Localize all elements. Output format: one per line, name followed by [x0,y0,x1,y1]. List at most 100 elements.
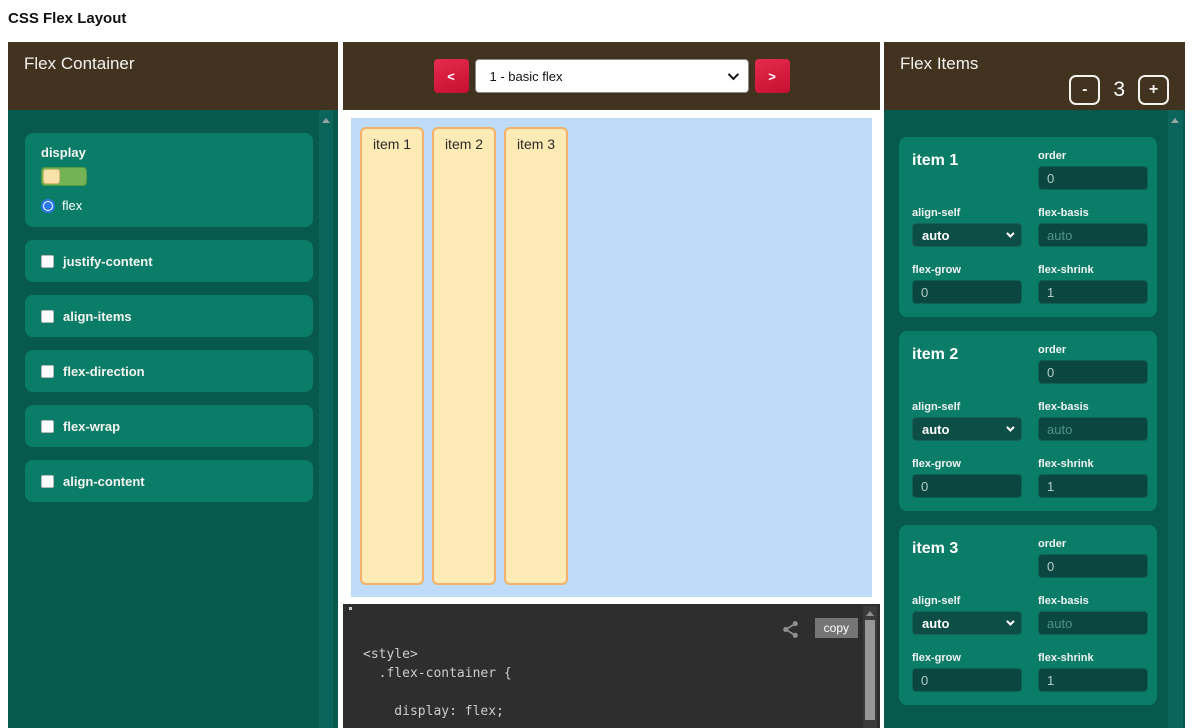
item-count: 3 [1113,78,1125,102]
flex-shrink-label: flex-shrink [1038,458,1148,470]
align-self-label: align-self [912,207,1022,219]
flex-shrink-input[interactable] [1038,474,1148,498]
align-self-value: auto [922,228,1006,243]
radio-flex-label: flex [62,198,82,213]
flex-basis-label: flex-basis [1038,401,1148,413]
property-card-flex-direction[interactable]: flex-direction [25,350,313,392]
flex-basis-field: flex-basis [1038,595,1148,635]
align-self-field: align-self auto [912,207,1022,247]
flex-items-title: Flex Items [900,54,978,74]
share-icon[interactable] [781,620,800,639]
checkbox-icon[interactable] [41,255,54,268]
property-label: flex-wrap [63,419,120,434]
flex-basis-label: flex-basis [1038,207,1148,219]
align-self-label: align-self [912,595,1022,607]
code-content[interactable]: <style> .flex-container { display: flex; [363,645,512,721]
flex-container-body: display flex justify-content align-items [8,110,338,728]
item-card-2: item 2 order align-self auto flex-basis [899,331,1157,511]
flex-basis-field: flex-basis [1038,207,1148,247]
chevron-down-icon [1006,617,1014,625]
flex-items-body: item 1 order align-self auto flex-basis [884,110,1185,728]
property-card-flex-wrap[interactable]: flex-wrap [25,405,313,447]
preset-bar: < 1 - basic flex > [343,42,880,110]
align-self-label: align-self [912,401,1022,413]
copy-button[interactable]: copy [815,618,858,638]
align-self-select[interactable]: auto [912,223,1022,247]
flex-shrink-label: flex-shrink [1038,264,1148,276]
flex-grow-label: flex-grow [912,264,1022,276]
next-preset-button[interactable]: > [755,59,790,93]
demo-item-2[interactable]: item 2 [432,127,496,585]
align-self-value: auto [922,422,1006,437]
code-cursor-dot [349,607,352,610]
display-toggle[interactable] [41,167,87,186]
display-flex-radio-row[interactable]: flex [41,198,297,213]
flex-shrink-input[interactable] [1038,280,1148,304]
radio-checked-icon[interactable] [41,199,55,213]
demo-flex-container: item 1 item 2 item 3 [351,118,872,597]
flex-shrink-field: flex-shrink [1038,264,1148,304]
scroll-up-icon[interactable] [866,611,874,616]
display-label: display [41,145,297,160]
prev-preset-button[interactable]: < [434,59,469,93]
flex-basis-input[interactable] [1038,417,1148,441]
demo-item-3[interactable]: item 3 [504,127,568,585]
flex-container-title: Flex Container [24,54,135,74]
preset-select[interactable]: 1 - basic flex [475,59,749,93]
flex-grow-input[interactable] [912,474,1022,498]
item-card-3: item 3 order align-self auto flex-basis [899,525,1157,705]
flex-shrink-field: flex-shrink [1038,652,1148,692]
flex-basis-input[interactable] [1038,223,1148,247]
property-label: align-content [63,474,145,489]
chevron-down-icon [1006,423,1014,431]
demo-item-1[interactable]: item 1 [360,127,424,585]
align-self-value: auto [922,616,1006,631]
align-self-select[interactable]: auto [912,611,1022,635]
order-label: order [1038,344,1148,356]
property-label: flex-direction [63,364,145,379]
order-field: order [1038,538,1148,578]
item-card-title: item 2 [912,344,1022,384]
flex-grow-field: flex-grow [912,458,1022,498]
checkbox-icon[interactable] [41,475,54,488]
flex-basis-label: flex-basis [1038,595,1148,607]
code-scrollbar[interactable] [863,606,877,728]
flex-container-panel: Flex Container display flex justify-cont… [8,42,338,728]
align-self-field: align-self auto [912,595,1022,635]
property-card-justify-content[interactable]: justify-content [25,240,313,282]
flex-grow-field: flex-grow [912,264,1022,304]
property-label: justify-content [63,254,153,269]
code-panel: <style> .flex-container { display: flex;… [343,604,880,728]
item-card-title: item 1 [912,150,1022,190]
property-card-align-content[interactable]: align-content [25,460,313,502]
flex-playground: item 1 item 2 item 3 [343,110,880,604]
increase-items-button[interactable]: + [1138,75,1169,105]
flex-shrink-input[interactable] [1038,668,1148,692]
middle-column: < 1 - basic flex > item 1 item 2 item 3 … [343,42,880,728]
order-input[interactable] [1038,554,1148,578]
left-panel-scrollbar[interactable] [319,110,333,728]
right-panel-scrollbar[interactable] [1168,110,1183,728]
checkbox-icon[interactable] [41,310,54,323]
flex-items-header: Flex Items - 3 + [884,42,1185,110]
checkbox-icon[interactable] [41,365,54,378]
scroll-up-icon[interactable] [1171,118,1179,123]
order-input[interactable] [1038,166,1148,190]
scroll-up-icon[interactable] [322,118,330,123]
chevron-down-icon [727,69,738,80]
display-toggle-knob [43,169,60,184]
order-input[interactable] [1038,360,1148,384]
flex-shrink-label: flex-shrink [1038,652,1148,664]
scrollbar-thumb[interactable] [865,620,875,720]
decrease-items-button[interactable]: - [1069,75,1100,105]
flex-grow-input[interactable] [912,668,1022,692]
align-self-select[interactable]: auto [912,417,1022,441]
property-card-align-items[interactable]: align-items [25,295,313,337]
flex-basis-input[interactable] [1038,611,1148,635]
order-field: order [1038,344,1148,384]
checkbox-icon[interactable] [41,420,54,433]
item-card-1: item 1 order align-self auto flex-basis [899,137,1157,317]
flex-grow-field: flex-grow [912,652,1022,692]
flex-grow-input[interactable] [912,280,1022,304]
item-count-controls: - 3 + [1069,75,1169,105]
